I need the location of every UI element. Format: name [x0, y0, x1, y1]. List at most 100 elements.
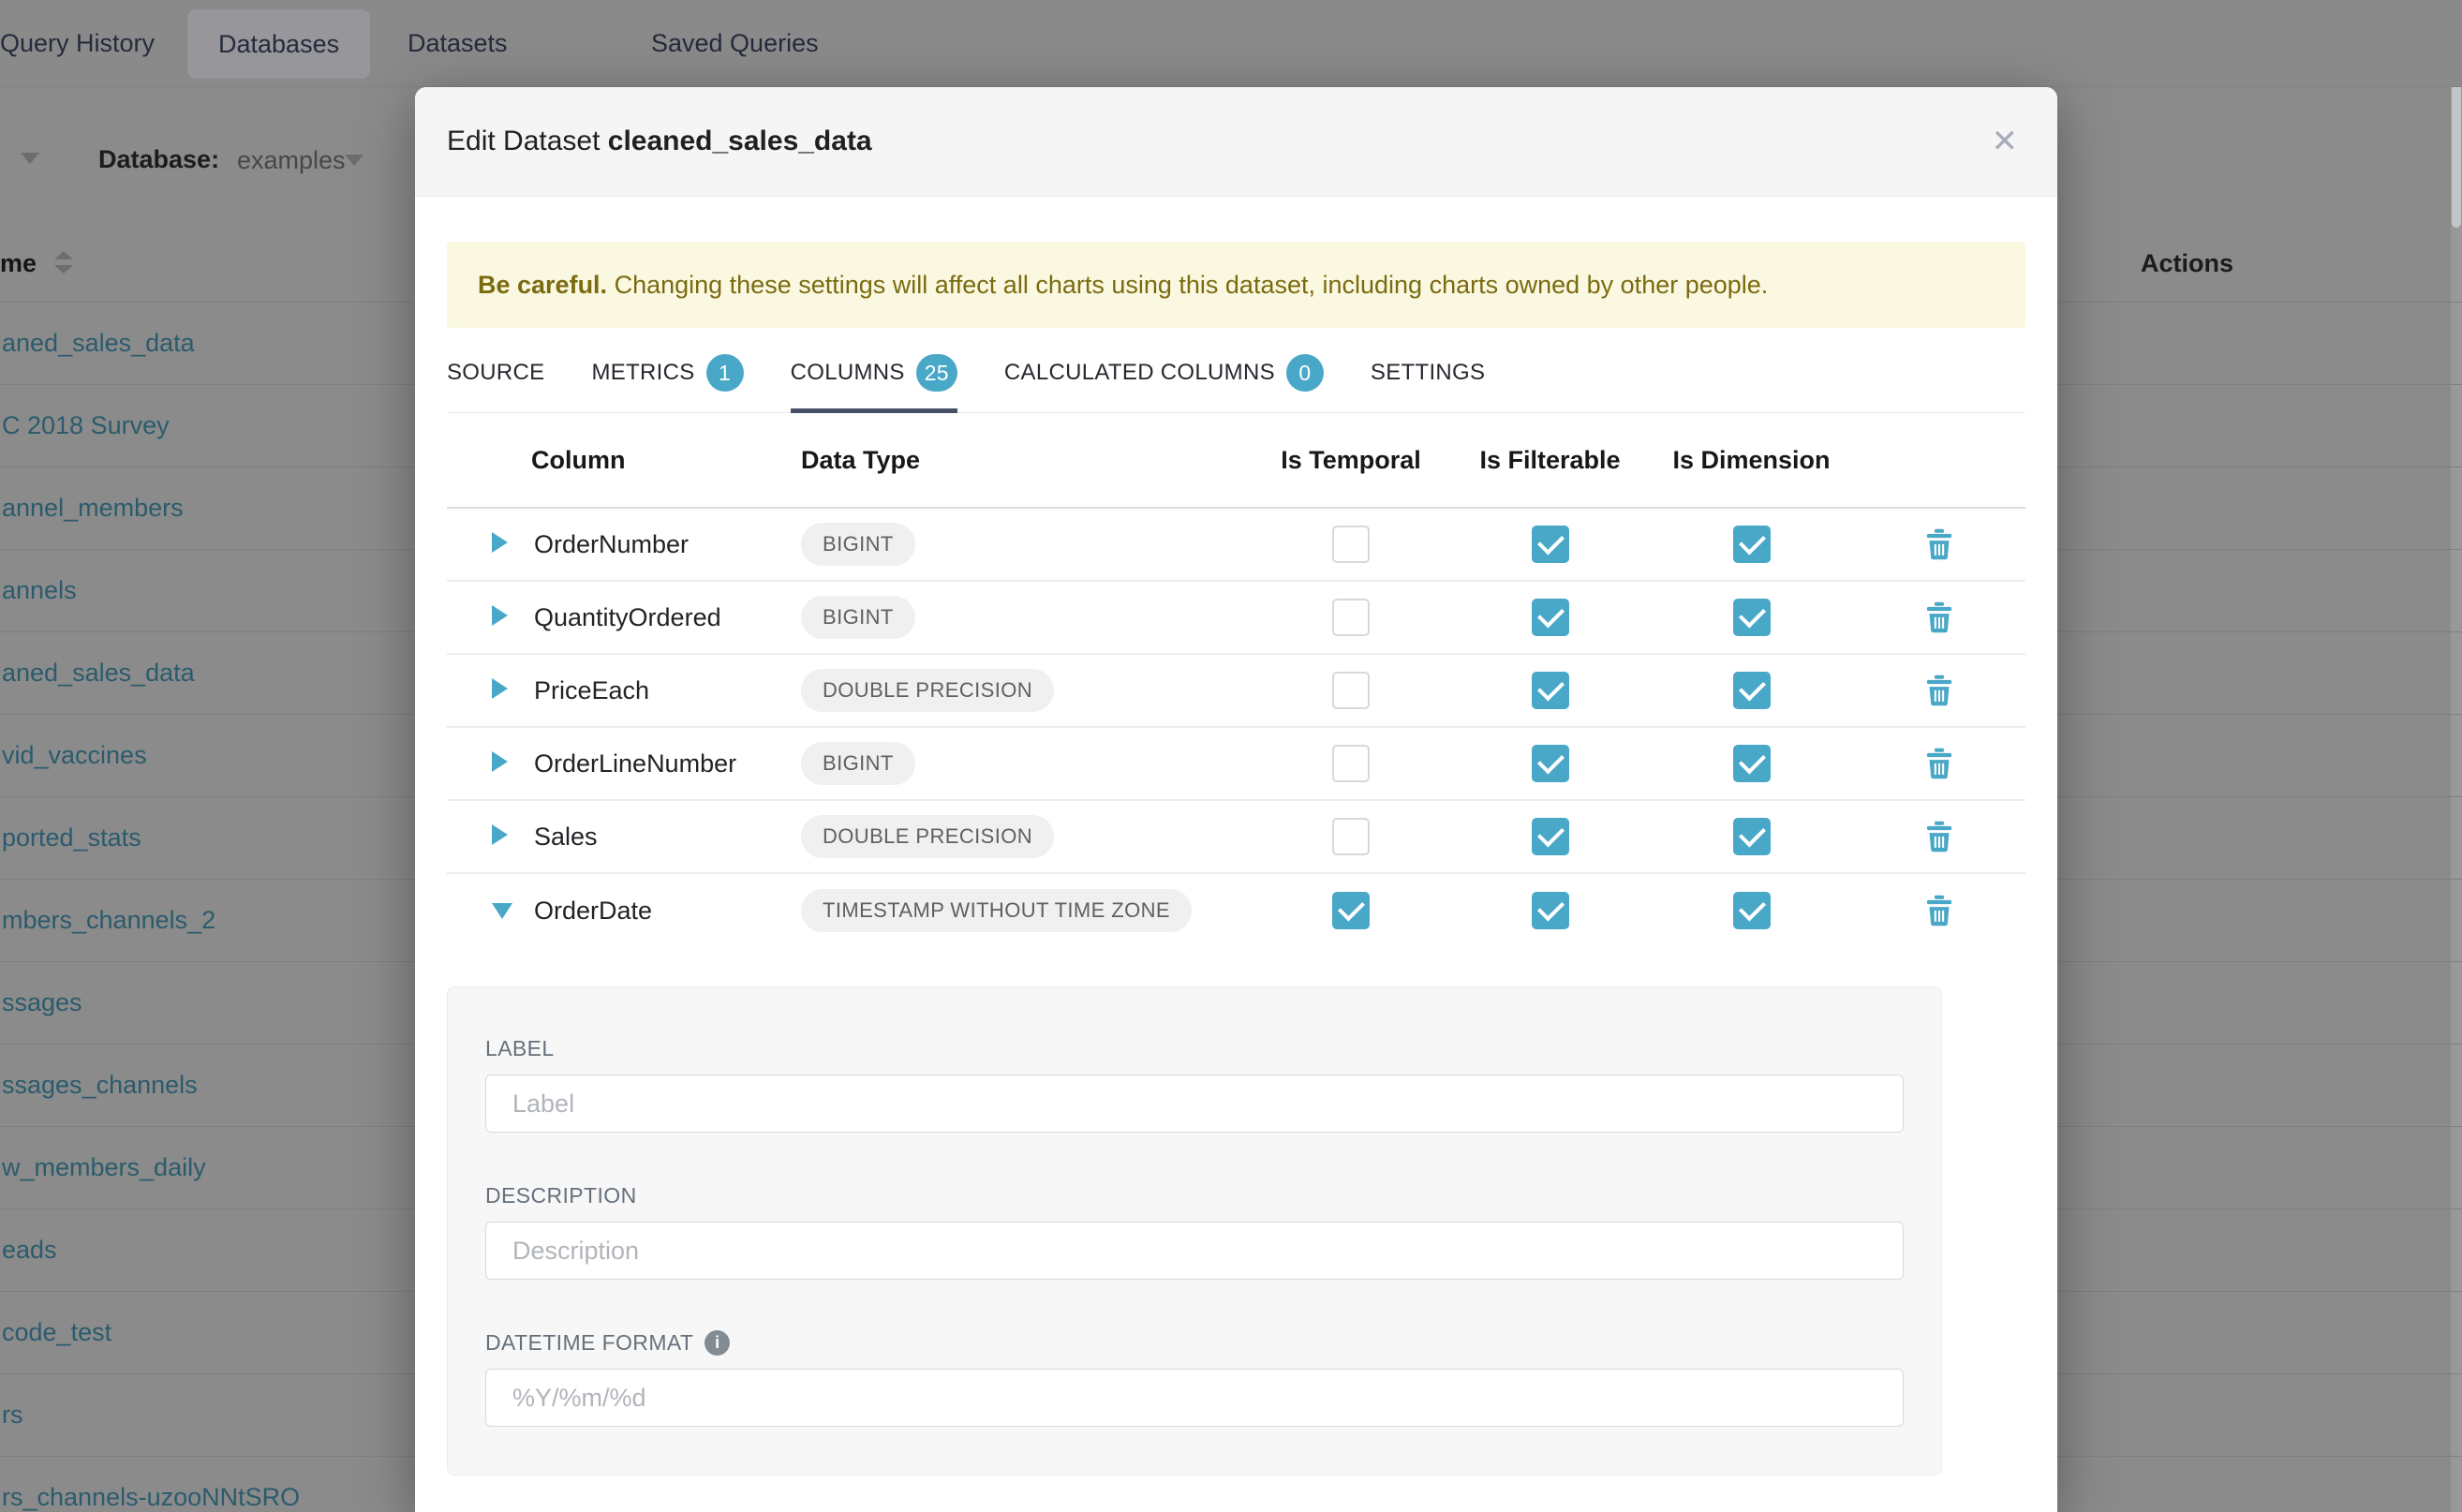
expand-caret-icon[interactable] — [447, 603, 512, 632]
is-temporal-checkbox[interactable] — [1332, 526, 1370, 563]
expand-caret-icon[interactable] — [447, 823, 512, 852]
is-filterable-checkbox[interactable] — [1532, 892, 1569, 929]
modal-body: Be careful. Changing these settings will… — [415, 197, 2057, 1475]
data-type-pill: DOUBLE PRECISION — [801, 669, 1054, 712]
description-input[interactable] — [485, 1222, 1904, 1280]
table-row: OrderLineNumber BIGINT — [447, 728, 2025, 801]
is-filterable-checkbox[interactable] — [1532, 526, 1569, 563]
description-field-group: DESCRIPTION — [485, 1183, 1904, 1280]
column-header: Column — [512, 446, 793, 475]
dataset-link[interactable]: C 2018 Survey — [2, 411, 170, 440]
data-type-pill: DOUBLE PRECISION — [801, 815, 1054, 858]
is-filterable-checkbox[interactable] — [1532, 745, 1569, 782]
tab-label: SOURCE — [447, 360, 544, 386]
nav-item[interactable]: Databases — [187, 9, 370, 79]
tab-label: METRICS — [591, 360, 694, 386]
data-type-pill: BIGINT — [801, 523, 915, 566]
tab[interactable]: CALCULATED COLUMNS 0 — [1004, 354, 1324, 412]
is-dimension-checkbox[interactable] — [1733, 745, 1771, 782]
is-temporal-checkbox[interactable] — [1332, 818, 1370, 855]
is-temporal-checkbox[interactable] — [1332, 745, 1370, 782]
table-row: Sales DOUBLE PRECISION — [447, 801, 2025, 874]
tab-label: SETTINGS — [1371, 360, 1485, 386]
dataset-link[interactable]: mbers_channels_2 — [2, 906, 215, 935]
is-filterable-checkbox[interactable] — [1532, 818, 1569, 855]
delete-column-trash-icon[interactable] — [1852, 821, 2025, 852]
dataset-link[interactable]: ssages — [2, 988, 82, 1017]
dataset-link[interactable]: rs_channels-uzooNNtSRO — [2, 1483, 300, 1512]
is-dimension-checkbox[interactable] — [1733, 526, 1771, 563]
delete-column-trash-icon[interactable] — [1852, 895, 2025, 926]
datetime-format-input[interactable] — [485, 1369, 1904, 1427]
database-dropdown-caret-icon[interactable] — [345, 155, 363, 166]
warning-bold: Be careful. — [478, 271, 607, 299]
dataset-link[interactable]: aned_sales_data — [2, 329, 195, 358]
columns-table: OrderNumber BIGINT — [447, 509, 2025, 947]
nav-item[interactable]: Saved Queries — [651, 0, 819, 87]
actions-column-header: Actions — [2141, 249, 2233, 278]
is-dimension-checkbox[interactable] — [1733, 892, 1771, 929]
expand-caret-icon[interactable] — [447, 676, 512, 705]
is-temporal-checkbox[interactable] — [1332, 599, 1370, 636]
tab[interactable]: SOURCE — [447, 354, 544, 412]
delete-column-trash-icon[interactable] — [1852, 674, 2025, 706]
nav-item[interactable]: Datasets — [408, 0, 508, 87]
nav-item-label: Saved Queries — [651, 29, 819, 58]
expand-caret-icon[interactable] — [447, 749, 512, 778]
delete-column-trash-icon[interactable] — [1852, 601, 2025, 633]
delete-column-trash-icon[interactable] — [1852, 748, 2025, 779]
name-column-header[interactable]: me — [0, 249, 37, 278]
label-input[interactable] — [485, 1075, 1904, 1133]
expand-caret-icon[interactable] — [447, 897, 512, 926]
sort-icon[interactable] — [54, 251, 75, 274]
tab[interactable]: COLUMNS 25 — [791, 354, 957, 412]
dataset-link[interactable]: rs — [2, 1401, 23, 1430]
is-dimension-checkbox[interactable] — [1733, 599, 1771, 636]
database-filter-value[interactable]: examples — [237, 146, 346, 175]
column-name: Sales — [512, 823, 793, 852]
table-row: OrderNumber BIGINT — [447, 509, 2025, 582]
dataset-link[interactable]: aned_sales_data — [2, 659, 195, 688]
nav-item[interactable]: Query History — [0, 0, 155, 87]
delete-column-trash-icon[interactable] — [1852, 528, 2025, 560]
tab[interactable]: METRICS 1 — [591, 354, 743, 412]
column-name: OrderDate — [512, 897, 793, 926]
data-type-header: Data Type — [793, 446, 1253, 475]
is-dimension-header: Is Dimension — [1651, 446, 1852, 475]
is-dimension-checkbox[interactable] — [1733, 818, 1771, 855]
dataset-link[interactable]: vid_vaccines — [2, 741, 147, 770]
close-icon[interactable]: ✕ — [1992, 126, 2019, 157]
table-row: OrderDate TIMESTAMP WITHOUT TIME ZONE — [447, 874, 2025, 947]
database-filter-label: Database: — [98, 145, 219, 174]
is-filterable-checkbox[interactable] — [1532, 672, 1569, 709]
data-type-pill: BIGINT — [801, 596, 915, 639]
is-temporal-checkbox[interactable] — [1332, 892, 1370, 929]
filter-dropdown-caret-icon[interactable] — [21, 153, 39, 164]
tab[interactable]: SETTINGS — [1371, 354, 1485, 412]
is-filterable-header: Is Filterable — [1449, 446, 1651, 475]
dataset-link[interactable]: code_test — [2, 1318, 111, 1347]
info-icon[interactable]: i — [704, 1330, 730, 1356]
dataset-link[interactable]: ported_stats — [2, 823, 141, 852]
dataset-link[interactable]: annel_members — [2, 494, 184, 523]
data-type-pill: TIMESTAMP WITHOUT TIME ZONE — [801, 889, 1192, 932]
is-filterable-checkbox[interactable] — [1532, 599, 1569, 636]
dataset-link[interactable]: eads — [2, 1236, 57, 1265]
modal-header: Edit Dataset cleaned_sales_data ✕ — [415, 87, 2057, 197]
is-temporal-checkbox[interactable] — [1332, 672, 1370, 709]
dataset-link[interactable]: ssages_channels — [2, 1071, 198, 1100]
label-field-label: LABEL — [485, 1036, 1904, 1061]
warning-text: Changing these settings will affect all … — [607, 271, 1768, 299]
columns-table-header: Column Data Type Is Temporal Is Filterab… — [447, 413, 2025, 509]
nav-item-label: Databases — [218, 30, 339, 59]
warning-banner: Be careful. Changing these settings will… — [447, 242, 2025, 328]
expand-caret-icon[interactable] — [447, 530, 512, 559]
column-name: OrderNumber — [512, 530, 793, 559]
dataset-link[interactable]: annels — [2, 576, 77, 605]
is-dimension-checkbox[interactable] — [1733, 672, 1771, 709]
dataset-link[interactable]: w_members_daily — [2, 1153, 206, 1182]
top-navigation: Databases Datasets Saved Queries Query H… — [0, 0, 2462, 87]
label-field-group: LABEL — [485, 1036, 1904, 1133]
tab-label: CALCULATED COLUMNS — [1004, 360, 1275, 386]
nav-item-label: Datasets — [408, 29, 508, 58]
